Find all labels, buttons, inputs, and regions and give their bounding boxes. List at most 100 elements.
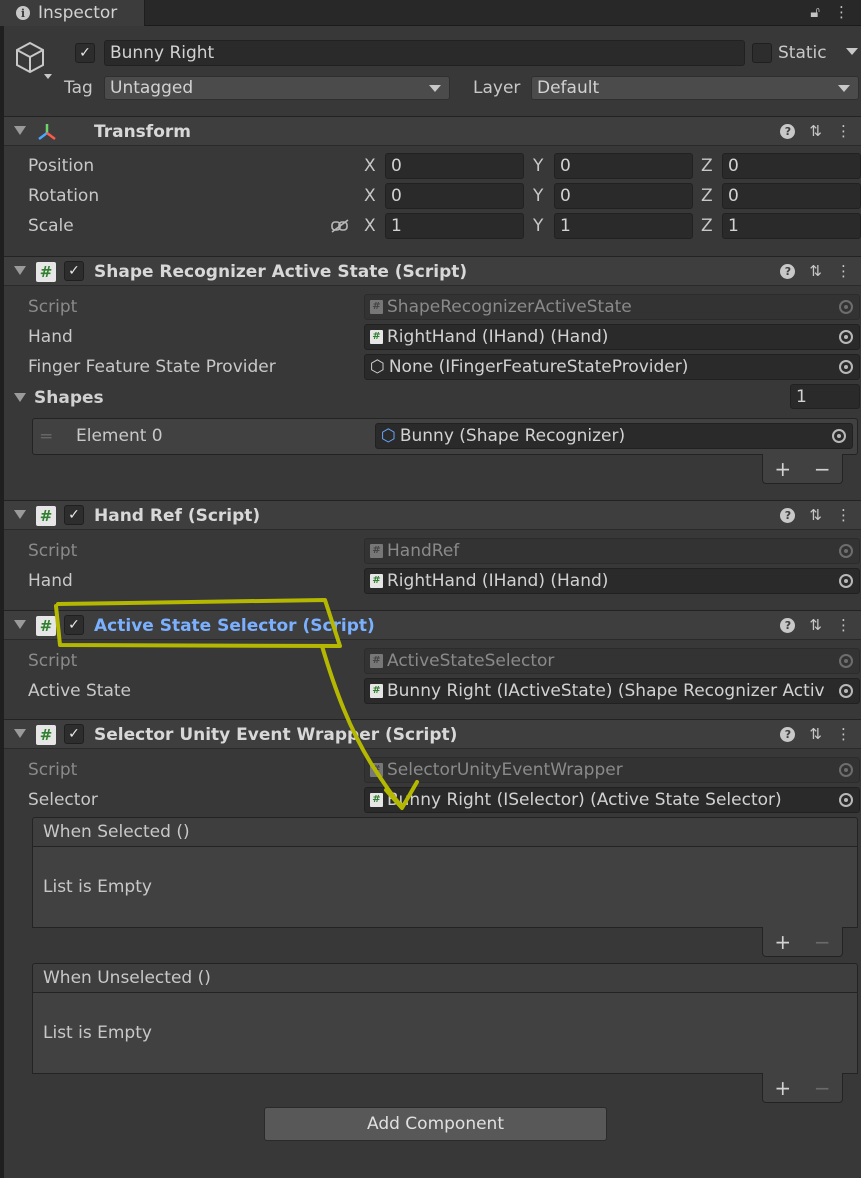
when-unselected-footer: + −	[762, 1073, 843, 1103]
tab-bar: i Inspector 🔓︎ ⋮	[0, 0, 861, 26]
context-menu-icon[interactable]: ⋮	[836, 725, 851, 743]
active-state-selector-header[interactable]: # ✓ Active State Selector (Script) ? ⇅ ⋮	[4, 610, 861, 640]
axis-x-label[interactable]: X	[364, 186, 376, 206]
axis-z-label[interactable]: Z	[701, 186, 713, 206]
object-picker-icon[interactable]	[839, 330, 853, 344]
rotation-z-field[interactable]: 0	[722, 183, 861, 209]
tab-inspector[interactable]: i Inspector	[0, 0, 145, 26]
presets-icon[interactable]: ⇅	[809, 506, 822, 524]
component-enabled-checkbox[interactable]: ✓	[64, 724, 84, 744]
component-enabled-checkbox[interactable]: ✓	[64, 505, 84, 525]
context-menu-icon[interactable]: ⋮	[836, 122, 851, 140]
drag-handle-icon[interactable]: ═	[41, 427, 51, 447]
hand-label: Hand	[28, 571, 73, 591]
empty-list-text: List is Empty	[43, 1023, 152, 1043]
add-event-button[interactable]: +	[774, 930, 791, 954]
static-dropdown-icon[interactable]	[846, 48, 858, 55]
help-icon[interactable]: ?	[780, 263, 796, 279]
tag-label: Tag	[64, 78, 93, 98]
scale-y-field[interactable]: 1	[554, 213, 693, 239]
axis-x-label[interactable]: X	[364, 156, 376, 176]
object-active-checkbox[interactable]: ✓	[75, 43, 95, 63]
shapes-size-field[interactable]: 1	[790, 384, 860, 409]
shapes-list-footer: + −	[762, 454, 843, 484]
help-icon[interactable]: ?	[780, 123, 796, 139]
script-icon: #	[36, 616, 56, 636]
transform-axes-icon	[38, 124, 56, 140]
help-icon[interactable]: ?	[780, 726, 796, 742]
hand-field[interactable]: # RightHand (IHand) (Hand)	[364, 324, 860, 350]
object-picker-icon[interactable]	[839, 574, 853, 588]
object-picker-icon[interactable]	[839, 684, 853, 698]
context-menu-icon[interactable]: ⋮	[836, 616, 851, 634]
component-enabled-checkbox[interactable]: ✓	[64, 261, 84, 281]
foldout-arrow-icon[interactable]	[14, 620, 26, 629]
tab-inspector-label: Inspector	[38, 3, 118, 23]
component-enabled-checkbox[interactable]: ✓	[64, 615, 84, 635]
selector-field[interactable]: # Bunny Right (ISelector) (Active State S…	[364, 787, 860, 813]
hand-field[interactable]: # RightHand (IHand) (Hand)	[364, 568, 860, 594]
axis-y-label[interactable]: Y	[533, 156, 543, 176]
object-picker-icon[interactable]	[832, 429, 846, 443]
axis-z-label[interactable]: Z	[701, 156, 713, 176]
add-element-button[interactable]: +	[774, 457, 791, 481]
active-state-field[interactable]: # Bunny Right (IActiveState) (Shape Recog…	[364, 678, 860, 704]
foldout-arrow-icon[interactable]	[14, 266, 26, 275]
foldout-arrow-icon[interactable]	[14, 729, 26, 738]
ffsp-field[interactable]: ⬡ None (IFingerFeatureStateProvider)	[364, 354, 860, 380]
foldout-arrow-icon[interactable]	[14, 126, 26, 135]
lock-icon[interactable]: 🔓︎	[810, 3, 820, 21]
gameobject-cube-icon[interactable]	[14, 40, 54, 82]
add-event-button[interactable]: +	[774, 1076, 791, 1100]
object-picker-icon[interactable]	[839, 793, 853, 807]
help-icon[interactable]: ?	[780, 617, 796, 633]
presets-icon[interactable]: ⇅	[809, 122, 822, 140]
remove-event-button[interactable]: −	[814, 930, 831, 954]
foldout-arrow-icon[interactable]	[14, 510, 26, 519]
position-x-field[interactable]: 0	[385, 153, 524, 179]
object-picker-icon[interactable]	[839, 360, 853, 374]
presets-icon[interactable]: ⇅	[809, 616, 822, 634]
element-0-field[interactable]: ⬡ Bunny (Shape Recognizer)	[375, 423, 853, 449]
static-checkbox[interactable]	[752, 43, 772, 63]
when-unselected-label: When Unselected ()	[43, 968, 211, 988]
check-icon: ✓	[68, 507, 80, 523]
object-name-value: Bunny Right	[110, 43, 215, 63]
axis-x-label[interactable]: X	[364, 216, 376, 236]
selector-wrapper-header[interactable]: # ✓ Selector Unity Event Wrapper (Script…	[4, 719, 861, 749]
layer-dropdown[interactable]: Default	[531, 76, 859, 100]
check-icon: ✓	[68, 726, 80, 742]
add-component-button[interactable]: Add Component	[264, 1107, 607, 1141]
constrain-proportions-icon[interactable]	[330, 218, 350, 234]
shapes-foldout-icon[interactable]	[14, 393, 26, 402]
remove-element-button[interactable]: −	[814, 457, 831, 481]
hand-ref-header[interactable]: # ✓ Hand Ref (Script) ? ⇅ ⋮	[4, 500, 861, 530]
axis-y-label[interactable]: Y	[533, 216, 543, 236]
position-z-field[interactable]: 0	[722, 153, 861, 179]
help-icon[interactable]: ?	[780, 507, 796, 523]
presets-icon[interactable]: ⇅	[809, 725, 822, 743]
presets-icon[interactable]: ⇅	[809, 262, 822, 280]
position-y-field[interactable]: 0	[554, 153, 693, 179]
scale-y-value: 1	[560, 216, 571, 236]
script-value: ShapeRecognizerActiveState	[387, 297, 632, 317]
position-y-value: 0	[560, 156, 571, 176]
scale-z-field[interactable]: 1	[722, 213, 861, 239]
object-name-field[interactable]: Bunny Right	[104, 40, 745, 66]
shape-recognizer-header[interactable]: # ✓ Shape Recognizer Active State (Scrip…	[4, 256, 861, 286]
context-menu-icon[interactable]: ⋮	[836, 506, 851, 524]
active-state-label: Active State	[28, 681, 131, 701]
script-file-icon: #	[370, 684, 383, 698]
tag-dropdown[interactable]: Untagged	[104, 76, 450, 100]
when-selected-label: When Selected ()	[43, 822, 190, 842]
context-menu-icon[interactable]: ⋮	[836, 262, 851, 280]
rotation-x-field[interactable]: 0	[385, 183, 524, 209]
remove-event-button[interactable]: −	[814, 1076, 831, 1100]
hand-value: RightHand (IHand) (Hand)	[387, 571, 609, 591]
rotation-y-field[interactable]: 0	[554, 183, 693, 209]
scale-x-field[interactable]: 1	[385, 213, 524, 239]
tab-menu-icon[interactable]: ⋮	[834, 3, 849, 21]
transform-header[interactable]: Transform ? ⇅ ⋮	[4, 116, 861, 146]
axis-y-label[interactable]: Y	[533, 186, 543, 206]
axis-z-label[interactable]: Z	[701, 216, 713, 236]
